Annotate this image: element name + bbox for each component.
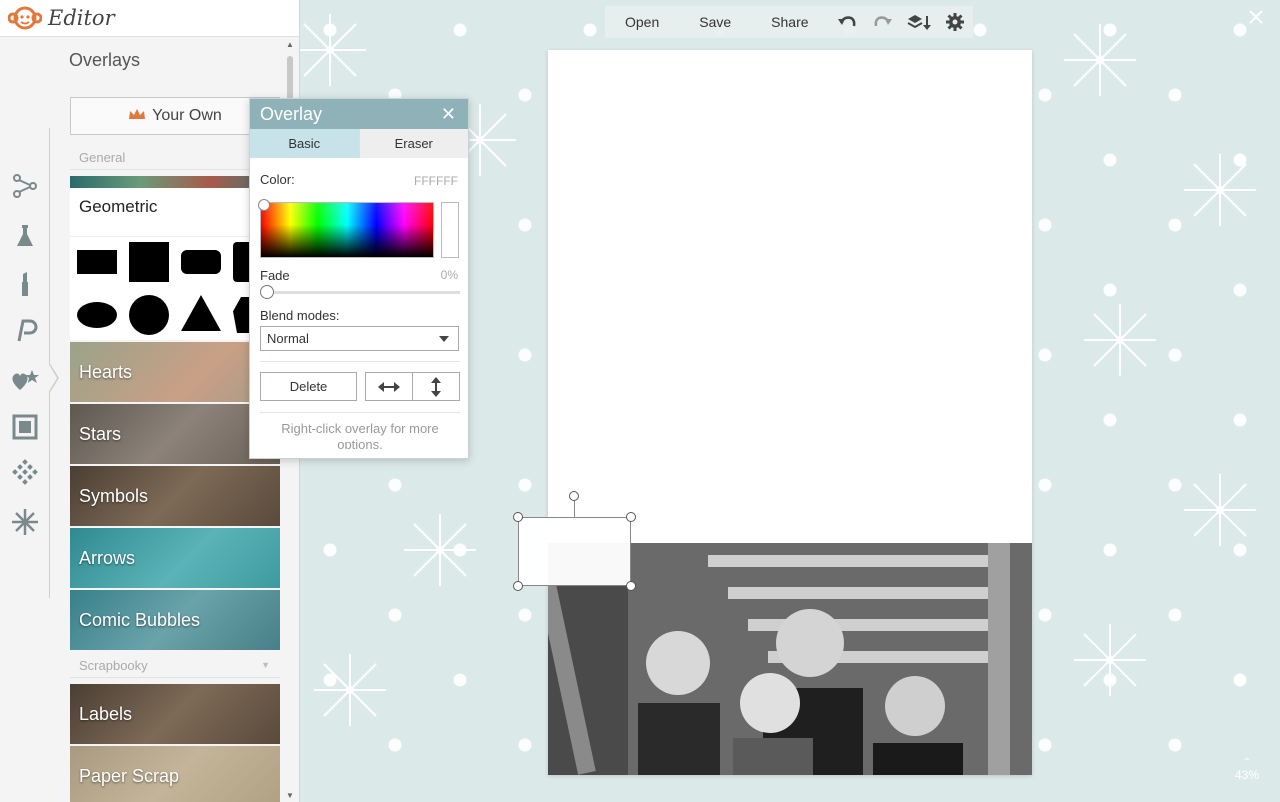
snowflake-decoration [310,650,390,730]
selected-overlay[interactable] [518,517,631,586]
rounded-rectangle-shape[interactable] [181,250,221,274]
category-labels[interactable]: Labels [70,684,280,744]
color-hex-value[interactable]: FFFFFF [414,174,458,188]
tool-rail [0,37,50,802]
resize-handle-bottom-left[interactable] [513,581,523,591]
frames-icon[interactable] [8,410,42,444]
lipstick-icon[interactable] [8,267,42,301]
app-title: Editor [48,6,115,30]
rotation-handle-line [574,500,575,517]
snowflake-decoration [1070,620,1150,700]
category-comic-bubbles[interactable]: Comic Bubbles [70,590,280,650]
chevron-down-icon [439,336,449,342]
undo-icon[interactable] [829,6,865,38]
triangle-shape[interactable] [181,295,221,331]
overlay-dialog: Overlay ✕ Basic Eraser Color: FFFFFF Fad… [249,98,469,459]
circle-shape[interactable] [129,295,169,335]
category-label: Symbols [79,485,149,506]
text-icon[interactable] [8,313,42,347]
resize-handle-top-right[interactable] [626,512,636,522]
overlays-icon[interactable] [8,363,42,397]
color-spectrum-picker[interactable] [260,202,434,258]
your-own-label: Your Own [152,107,222,124]
snowflake-decoration [300,10,370,90]
snowflake-decoration [1180,150,1260,230]
section-general-label: General [79,150,126,165]
category-label: Hearts [79,361,133,382]
save-button[interactable]: Save [679,6,751,38]
close-editor-icon[interactable] [1247,8,1265,26]
color-swatch[interactable] [441,202,459,258]
dialog-hint: Right-click overlay for more options. [281,421,439,449]
category-label: Labels [79,703,133,724]
snowflake-decoration [400,510,480,590]
zoom-level: 43% [1234,768,1260,782]
flip-buttons [365,372,460,401]
zoom-control[interactable]: ⌃ 43% [1231,758,1263,783]
category-label: Arrows [79,547,136,568]
textures-icon[interactable] [8,457,42,491]
fade-slider-track[interactable] [260,291,460,294]
gear-icon[interactable] [937,6,973,38]
divider [260,361,460,362]
crown-icon [128,107,146,125]
share-button[interactable]: Share [751,6,828,38]
square-shape[interactable] [129,242,169,282]
resize-handle-top-left[interactable] [513,512,523,522]
active-tool-indicator [48,362,59,394]
flip-vertical-icon[interactable] [412,373,459,400]
top-toolbar: Open Save Share [605,6,973,38]
fade-label: Fade [260,268,290,283]
snowflake-decoration [1180,470,1260,550]
color-picker-knob[interactable] [258,199,270,211]
dialog-header[interactable]: Overlay ✕ [250,99,468,129]
blend-modes-label: Blend modes: [260,308,340,323]
snowflake-decoration [1060,20,1140,100]
tab-eraser[interactable]: Eraser [358,129,468,158]
app-header: Editor [0,0,299,37]
fade-value: 0% [440,268,458,282]
rectangle-shape[interactable] [77,250,117,274]
section-scrapbooky[interactable]: Scrapbooky ▼ [70,654,280,678]
ellipse-shape[interactable] [77,302,117,328]
editor-canvas[interactable] [548,50,1032,775]
blend-mode-select[interactable]: Normal [260,326,459,351]
layers-icon[interactable] [901,6,937,38]
flip-horizontal-icon[interactable] [366,373,412,400]
resize-handle-bottom-right[interactable] [626,581,636,591]
close-icon[interactable]: ✕ [441,104,456,125]
snowflake-theme-icon[interactable] [8,505,42,539]
category-symbols[interactable]: Symbols [70,466,280,526]
snowflake-decoration [1080,300,1160,380]
panel-title: Overlays [69,50,141,70]
open-button[interactable]: Open [605,6,679,38]
rotate-handle[interactable] [569,491,579,501]
divider [260,412,460,413]
fade-slider-handle[interactable] [260,285,274,299]
category-label: Stars [79,423,122,444]
category-label: Paper Scrap [79,765,180,786]
category-arrows[interactable]: Arrows [70,528,280,588]
chevron-down-icon: ▼ [261,660,270,670]
dialog-tabs: Basic Eraser [250,129,468,158]
tab-basic[interactable]: Basic [250,129,359,158]
dialog-title: Overlay [260,103,323,124]
delete-button[interactable]: Delete [260,372,357,401]
effects-icon[interactable] [8,169,42,203]
category-label: Comic Bubbles [79,609,201,630]
redo-icon[interactable] [865,6,901,38]
zoom-up-icon[interactable]: ⌃ [1231,758,1263,768]
section-scrapbooky-label: Scrapbooky [79,658,148,673]
scroll-up-icon[interactable]: ▲ [286,40,294,49]
scroll-down-icon[interactable]: ▼ [286,791,294,800]
blend-mode-value: Normal [267,331,309,346]
category-paper-scrap[interactable]: Paper Scrap [70,746,280,802]
color-label: Color: [260,172,295,187]
touch-up-icon[interactable] [8,219,42,253]
monkey-logo-icon[interactable] [8,3,44,33]
